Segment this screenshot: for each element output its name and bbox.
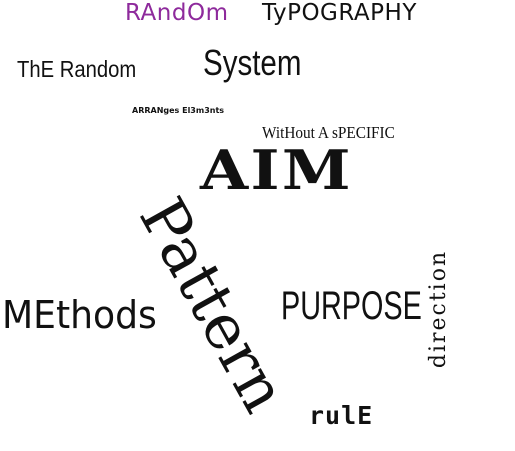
word-arranges-elements: ARRANges El3m3nts <box>132 106 225 115</box>
word-random: RAndOm <box>125 0 229 26</box>
word-the-random: ThE Random <box>17 56 137 82</box>
word-aim: AIM <box>200 138 353 202</box>
word-system: System <box>203 42 302 83</box>
word-methods: MEthods <box>2 293 157 337</box>
word-purpose: PURPOSE <box>281 284 422 328</box>
word-typography: TyPOGRAPHY <box>262 0 417 26</box>
word-direction: direction <box>426 249 451 369</box>
word-rule: rulE <box>309 401 374 430</box>
typography-canvas: RAndOm TyPOGRAPHY ThE Random System ARRA… <box>0 0 515 451</box>
